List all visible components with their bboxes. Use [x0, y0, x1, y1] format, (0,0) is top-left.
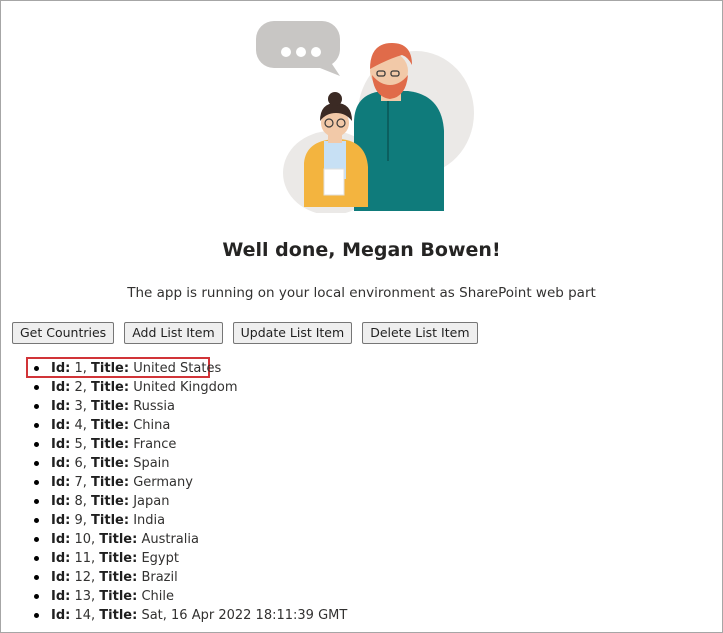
action-toolbar: Get Countries Add List Item Update List … — [12, 322, 478, 344]
item-title: Egypt — [141, 551, 179, 566]
item-id: 12 — [74, 570, 92, 585]
add-list-item-button[interactable]: Add List Item — [124, 322, 223, 344]
item-id: 4 — [74, 418, 83, 433]
id-label: Id: — [51, 494, 71, 509]
title-label: Title: — [91, 418, 130, 433]
id-label: Id: — [51, 361, 71, 376]
item-id: 3 — [74, 399, 83, 414]
item-title: China — [133, 418, 171, 433]
title-label: Title: — [91, 494, 130, 509]
title-label: Title: — [99, 551, 138, 566]
list-item: Id: 6, Title: Spain — [34, 454, 347, 473]
list-item: Id: 11, Title: Egypt — [34, 549, 347, 568]
title-label: Title: — [91, 380, 130, 395]
id-label: Id: — [51, 513, 71, 528]
title-label: Title: — [99, 608, 138, 623]
list-item: Id: 3, Title: Russia — [34, 397, 347, 416]
list-item: Id: 1, Title: United States — [34, 359, 347, 378]
list-item: Id: 2, Title: United Kingdom — [34, 378, 347, 397]
title-label: Title: — [91, 475, 130, 490]
item-title: Germany — [133, 475, 193, 490]
list-item: Id: 4, Title: China — [34, 416, 347, 435]
webpart-frame: Well done, Megan Bowen! The app is runni… — [0, 0, 723, 633]
title-label: Title: — [99, 570, 138, 585]
welcome-subtitle: The app is running on your local environ… — [127, 285, 596, 301]
welcome-title: Well done, Megan Bowen! — [222, 239, 501, 261]
title-label: Title: — [91, 361, 130, 376]
id-label: Id: — [51, 456, 71, 471]
list-item: Id: 5, Title: France — [34, 435, 347, 454]
id-label: Id: — [51, 608, 71, 623]
item-title: United Kingdom — [133, 380, 238, 395]
countries-list: Id: 1, Title: United States Id: 2, Title… — [34, 359, 347, 625]
list-item: Id: 14, Title: Sat, 16 Apr 2022 18:11:39… — [34, 606, 347, 625]
speech-bubble-icon — [256, 21, 341, 76]
item-id: 9 — [74, 513, 83, 528]
list-item: Id: 7, Title: Germany — [34, 473, 347, 492]
item-id: 5 — [74, 437, 83, 452]
item-title: Sat, 16 Apr 2022 18:11:39 GMT — [141, 608, 348, 623]
delete-list-item-button[interactable]: Delete List Item — [362, 322, 478, 344]
id-label: Id: — [51, 437, 71, 452]
item-id: 1 — [74, 361, 83, 376]
item-title: Japan — [133, 494, 170, 509]
title-label: Title: — [91, 456, 130, 471]
get-countries-button[interactable]: Get Countries — [12, 322, 115, 344]
item-id: 7 — [74, 475, 83, 490]
title-label: Title: — [99, 589, 138, 604]
item-id: 14 — [74, 608, 92, 623]
list-item: Id: 9, Title: India — [34, 511, 347, 530]
list-item: Id: 12, Title: Brazil — [34, 568, 347, 587]
item-title: India — [133, 513, 166, 528]
item-title: Russia — [133, 399, 175, 414]
item-id: 11 — [74, 551, 92, 566]
title-label: Title: — [99, 532, 138, 547]
item-title: France — [133, 437, 177, 452]
id-label: Id: — [51, 418, 71, 433]
item-title: United States — [133, 361, 222, 376]
item-title: Brazil — [141, 570, 178, 585]
item-id: 13 — [74, 589, 92, 604]
item-title: Chile — [141, 589, 174, 604]
id-label: Id: — [51, 570, 71, 585]
item-id: 2 — [74, 380, 83, 395]
title-label: Title: — [91, 437, 130, 452]
id-label: Id: — [51, 532, 71, 547]
item-id: 6 — [74, 456, 83, 471]
id-label: Id: — [51, 589, 71, 604]
item-title: Spain — [133, 456, 170, 471]
title-label: Title: — [91, 513, 130, 528]
title-label: Title: — [91, 399, 130, 414]
id-label: Id: — [51, 380, 71, 395]
welcome-illustration — [256, 21, 474, 213]
list-item: Id: 8, Title: Japan — [34, 492, 347, 511]
update-list-item-button[interactable]: Update List Item — [232, 322, 353, 344]
id-label: Id: — [51, 399, 71, 414]
item-id: 10 — [74, 532, 92, 547]
item-title: Australia — [141, 532, 199, 547]
list-item: Id: 13, Title: Chile — [34, 587, 347, 606]
item-id: 8 — [74, 494, 83, 509]
id-label: Id: — [51, 475, 71, 490]
id-label: Id: — [51, 551, 71, 566]
list-item: Id: 10, Title: Australia — [34, 530, 347, 549]
